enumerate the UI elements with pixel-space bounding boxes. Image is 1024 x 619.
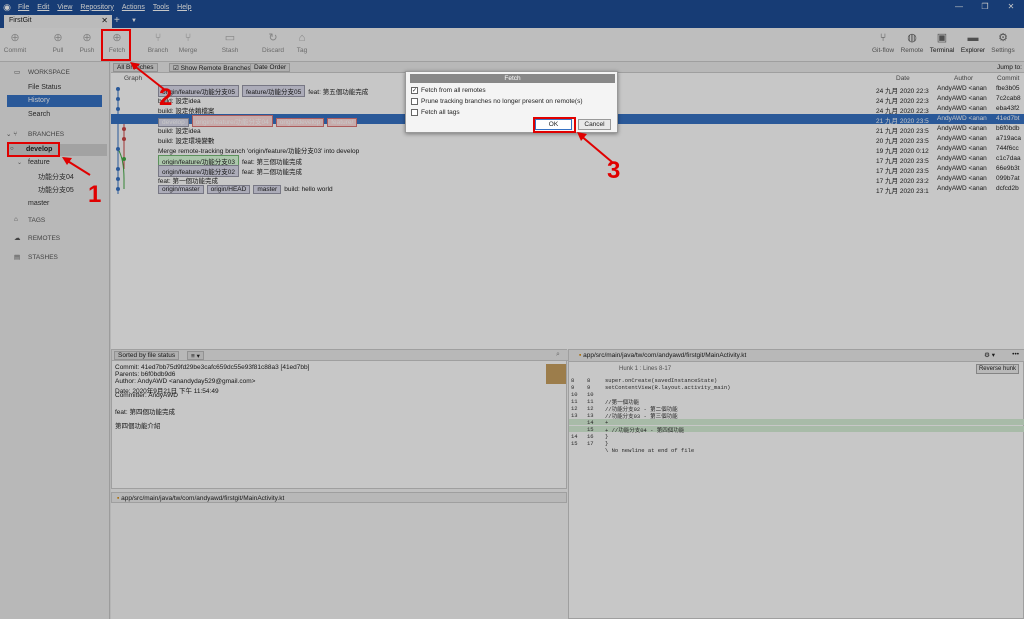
annotation-number: 2 [159,84,173,111]
annotation-number: 3 [607,157,621,184]
annotation-number: 1 [88,181,102,208]
annotation-arrows [62,62,613,176]
